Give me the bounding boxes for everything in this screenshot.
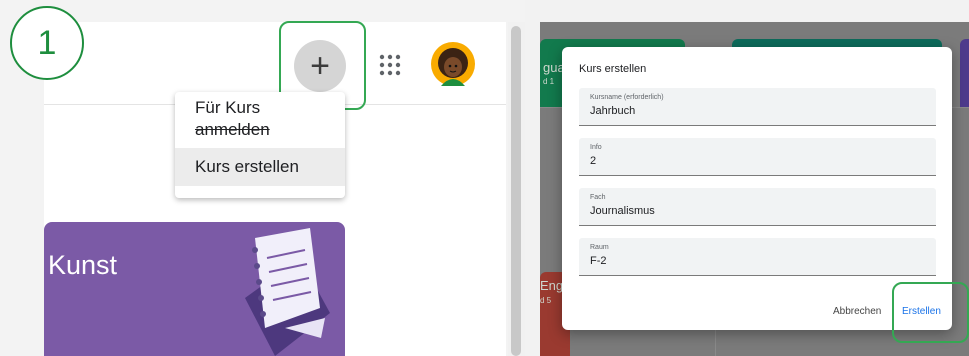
class-name-value[interactable]: Jahrbuch: [590, 105, 635, 117]
room-field[interactable]: Raum F-2: [579, 238, 936, 276]
bg-tile-2-title: Eng: [540, 278, 564, 293]
section-label: Info: [590, 144, 602, 151]
menu-item-join-line2: anmelden: [195, 120, 270, 139]
room-label: Raum: [590, 244, 609, 251]
step-number-badge: 1: [10, 6, 84, 80]
user-avatar[interactable]: [431, 42, 475, 86]
menu-item-create-class[interactable]: Kurs erstellen: [175, 148, 345, 186]
bg-tile-1-subtitle: d 1: [543, 77, 555, 86]
apps-grid-icon[interactable]: [379, 54, 401, 76]
add-class-button[interactable]: +: [294, 40, 346, 92]
cancel-button[interactable]: Abbrechen: [833, 306, 881, 317]
bg-tile-2-subtitle: d 5: [540, 296, 552, 305]
notebook-illustration: [245, 228, 330, 356]
section-value[interactable]: 2: [590, 155, 596, 167]
create-button-highlight: [892, 282, 969, 343]
menu-item-join-line1: Für Kurs: [195, 98, 261, 117]
subject-field[interactable]: Fach Journalismus: [579, 188, 936, 226]
bg-class-tile-3: [960, 39, 969, 107]
dialog-title: Kurs erstellen: [579, 63, 647, 75]
scrollbar-thumb[interactable]: [511, 26, 521, 356]
room-value[interactable]: F-2: [590, 255, 607, 267]
class-name-label: Kursname (erforderlich): [590, 94, 664, 101]
subject-value[interactable]: Journalismus: [590, 205, 655, 217]
section-field[interactable]: Info 2: [579, 138, 936, 176]
plus-icon: +: [310, 47, 330, 85]
class-name-field[interactable]: Kursname (erforderlich) Jahrbuch: [579, 88, 936, 126]
menu-item-join-class[interactable]: Für Kurs anmelden: [195, 97, 335, 141]
subject-label: Fach: [590, 194, 606, 201]
class-card-title[interactable]: Kunst: [48, 250, 117, 281]
